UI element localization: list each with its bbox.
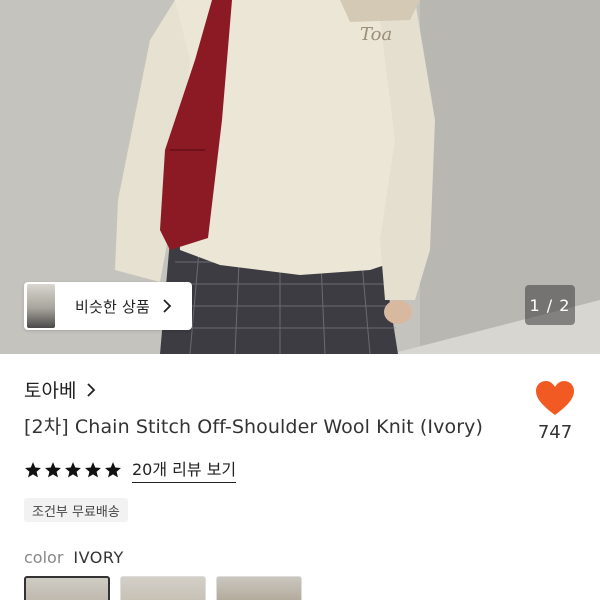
image-pager-indicator: 1 / 2 [525, 285, 575, 325]
color-swatch-option[interactable] [24, 576, 110, 600]
star-icon [84, 461, 102, 479]
product-image-carousel[interactable]: Toa 비슷한 상품 1 / 2 [0, 0, 600, 354]
rating-stars [24, 461, 122, 479]
product-title: [2차] Chain Stitch Off-Shoulder Wool Knit… [24, 416, 483, 438]
color-selector-header: color IVORY [24, 548, 124, 567]
star-icon [104, 461, 122, 479]
like-count: 747 [537, 422, 573, 443]
chevron-right-icon [160, 299, 174, 313]
shipping-badge: 조건부 무료배송 [24, 498, 128, 522]
rating-row: 20개 리뷰 보기 [24, 456, 237, 483]
color-swatch-option[interactable] [120, 576, 206, 600]
similar-products-thumbnail [27, 284, 55, 328]
similar-products-button[interactable]: 비슷한 상품 [24, 282, 192, 330]
heart-icon [536, 381, 574, 415]
star-icon [24, 461, 42, 479]
similar-products-label: 비슷한 상품 [75, 297, 150, 316]
reviews-link[interactable]: 20개 리뷰 보기 [132, 456, 237, 483]
color-swatch-option[interactable] [216, 576, 302, 600]
brand-link[interactable]: 토아베 [24, 376, 98, 403]
chevron-right-icon [84, 382, 98, 398]
color-label: color [24, 548, 64, 567]
selected-color-value: IVORY [73, 548, 124, 567]
star-icon [64, 461, 82, 479]
star-icon [44, 461, 62, 479]
like-button[interactable]: 747 [535, 380, 575, 443]
embroidery-text: Toa [360, 24, 392, 45]
brand-name: 토아베 [24, 380, 77, 402]
